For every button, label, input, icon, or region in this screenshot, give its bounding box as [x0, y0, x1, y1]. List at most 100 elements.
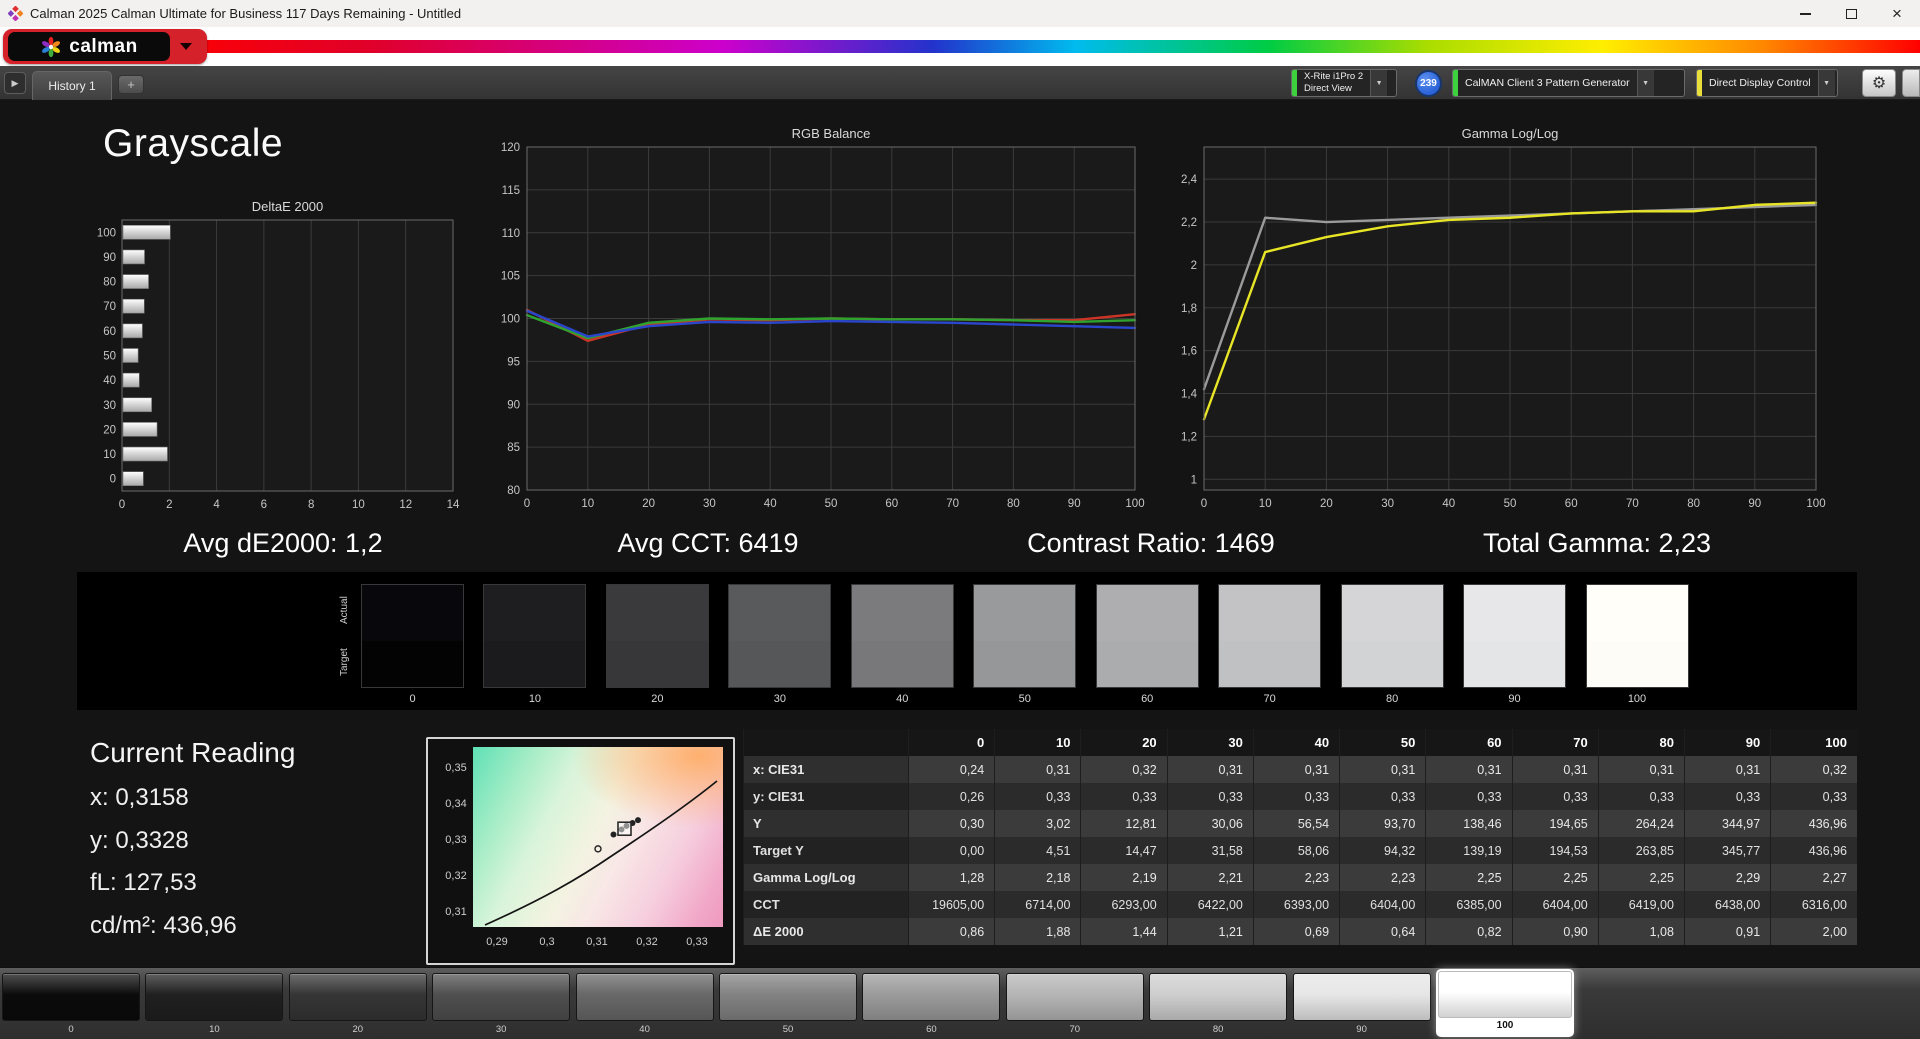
- pattern-level-button-70[interactable]: 70: [1005, 973, 1144, 1037]
- add-tab-button[interactable]: +: [118, 75, 144, 94]
- pattern-level-label: 40: [639, 1024, 650, 1035]
- cie-ytick: 0,31: [445, 906, 467, 918]
- svg-text:14: 14: [447, 499, 460, 511]
- table-cell: 436,96: [1770, 837, 1857, 864]
- svg-text:80: 80: [103, 277, 116, 289]
- actual-label: Actual: [339, 596, 350, 624]
- svg-text:110: 110: [502, 228, 520, 240]
- table-row: y: CIE31 0,26 0,33 0,33 0,33 0,33 0,33 0,33 0,33…: [743, 783, 1857, 810]
- grayscale-swatch-50: [973, 584, 1077, 688]
- swatch-label: 70: [1263, 693, 1276, 705]
- grayscale-data-table: 0 10 20 30 40 50 60 70 80 90 100 x: CIE31 0,24 0,31 0,…: [743, 729, 1857, 945]
- chevron-down-icon: ▼: [1636, 70, 1654, 96]
- pattern-level-button-30[interactable]: 30: [432, 973, 571, 1037]
- pattern-level-button-0[interactable]: 0: [2, 973, 140, 1037]
- pattern-swatch: [1438, 971, 1572, 1018]
- cie-ytick: 0,32: [445, 870, 467, 882]
- pattern-level-label: 100: [1496, 1020, 1514, 1031]
- table-cell: 1,28: [907, 864, 995, 891]
- cie-xtick: 0,29: [486, 936, 508, 948]
- logo-wordmark: calman: [69, 35, 138, 57]
- cie-ytick: 0,34: [445, 798, 467, 810]
- pattern-swatch: [145, 973, 284, 1021]
- swatch-label: 10: [528, 693, 542, 705]
- chevron-down-icon: [180, 43, 192, 50]
- cie-ytick: 0,33: [445, 834, 467, 846]
- row-label: CCT: [743, 891, 909, 918]
- history-nav-button[interactable]: ▶: [4, 72, 26, 94]
- table-cell: 0,31: [1339, 756, 1426, 783]
- svg-text:50: 50: [103, 351, 116, 363]
- calman-window: Calman 2025 Calman Ultimate for Business…: [0, 0, 1920, 1039]
- pattern-level-button-20[interactable]: 20: [288, 973, 427, 1037]
- table-cell: 0,31: [994, 756, 1081, 783]
- table-cell: 6404,00: [1339, 891, 1426, 918]
- table-cell: 12,81: [1080, 810, 1168, 837]
- close-button[interactable]: ×: [1874, 0, 1920, 27]
- svg-text:20: 20: [642, 498, 655, 510]
- reading-x: x: 0,3158: [90, 784, 189, 811]
- table-col-header: [743, 729, 909, 756]
- svg-text:90: 90: [1068, 498, 1081, 510]
- table-cell: 0,31: [1511, 756, 1599, 783]
- minimize-button[interactable]: [1782, 0, 1828, 27]
- table-col-header: 50: [1339, 729, 1426, 756]
- panel-toggle-button[interactable]: [1902, 69, 1920, 97]
- svg-text:60: 60: [1565, 498, 1578, 510]
- settings-button[interactable]: ⚙: [1862, 69, 1896, 97]
- svg-text:30: 30: [703, 498, 716, 510]
- display-control-dropdown[interactable]: Direct Display Control ▼: [1696, 69, 1838, 97]
- table-cell: 194,53: [1511, 837, 1599, 864]
- svg-text:40: 40: [764, 498, 777, 510]
- pattern-swatch: [288, 973, 427, 1021]
- table-cell: 2,25: [1425, 864, 1513, 891]
- svg-text:85: 85: [507, 442, 520, 454]
- deltae-chart: 0 2 4 6 8 10 12 141009080706050403020100DeltaE …: [97, 199, 460, 511]
- pattern-level-button-80[interactable]: 80: [1149, 973, 1288, 1037]
- meter-dropdown[interactable]: X-Rite i1Pro 2 Direct View ▼: [1291, 69, 1397, 97]
- svg-text:RGB Balance: RGB Balance: [792, 126, 871, 141]
- pattern-level-button-10[interactable]: 10: [145, 973, 284, 1037]
- table-cell: 0,33: [1080, 783, 1168, 810]
- svg-text:90: 90: [507, 399, 520, 411]
- pattern-level-button-90[interactable]: 90: [1292, 973, 1431, 1037]
- svg-text:6: 6: [261, 499, 267, 511]
- svg-text:90: 90: [1748, 498, 1761, 510]
- grayscale-swatch-60: [1095, 584, 1199, 688]
- pattern-level-button-40[interactable]: 40: [575, 973, 714, 1037]
- table-header-row: 0 10 20 30 40 50 60 70 80 90 100: [743, 729, 1857, 756]
- gamma-chart: 0 10 20 30 40 50 60 70 80 90 100 2,4 2,2 2 1,8 1,6 1,4 1,…: [1181, 126, 1826, 510]
- table-cell: 2,21: [1166, 864, 1254, 891]
- maximize-icon: [1845, 8, 1857, 19]
- pattern-generator-dropdown[interactable]: CalMAN Client 3 Pattern Generator ▼: [1452, 69, 1685, 97]
- pattern-level-label: 60: [926, 1024, 937, 1035]
- page-title: Grayscale: [103, 122, 284, 165]
- grayscale-swatch-90: [1463, 584, 1567, 688]
- table-cell: 2,29: [1683, 864, 1771, 891]
- svg-text:10: 10: [352, 499, 365, 511]
- table-cell: 6316,00: [1770, 891, 1857, 918]
- cie-xtick: 0,31: [586, 936, 608, 948]
- table-cell: 94,32: [1339, 837, 1426, 864]
- tab-history-1[interactable]: History 1: [32, 71, 112, 100]
- measurement-count-badge[interactable]: 239: [1415, 70, 1442, 97]
- display-control-name: Direct Display Control: [1709, 77, 1811, 89]
- pattern-level-button-100[interactable]: 100: [1436, 969, 1574, 1037]
- grayscale-swatch-40: [850, 584, 954, 688]
- pattern-level-button-60[interactable]: 60: [862, 973, 1001, 1037]
- table-cell: 138,46: [1425, 810, 1513, 837]
- table-cell: 436,96: [1770, 810, 1857, 837]
- app-icon: [8, 6, 23, 21]
- table-cell: 0,33: [1511, 783, 1599, 810]
- logo-row: calman: [0, 27, 1920, 66]
- calman-logo-menu[interactable]: calman: [3, 29, 207, 64]
- badge-value: 239: [1420, 78, 1437, 89]
- maximize-button[interactable]: [1828, 0, 1874, 27]
- pattern-level-label: 30: [495, 1024, 507, 1035]
- pattern-level-button-50[interactable]: 50: [719, 973, 857, 1037]
- cie-gamut-area: [473, 747, 723, 927]
- svg-text:95: 95: [507, 356, 520, 368]
- table-cell: 6293,00: [1080, 891, 1168, 918]
- table-cell: 2,18: [994, 864, 1081, 891]
- svg-text:30: 30: [103, 400, 116, 412]
